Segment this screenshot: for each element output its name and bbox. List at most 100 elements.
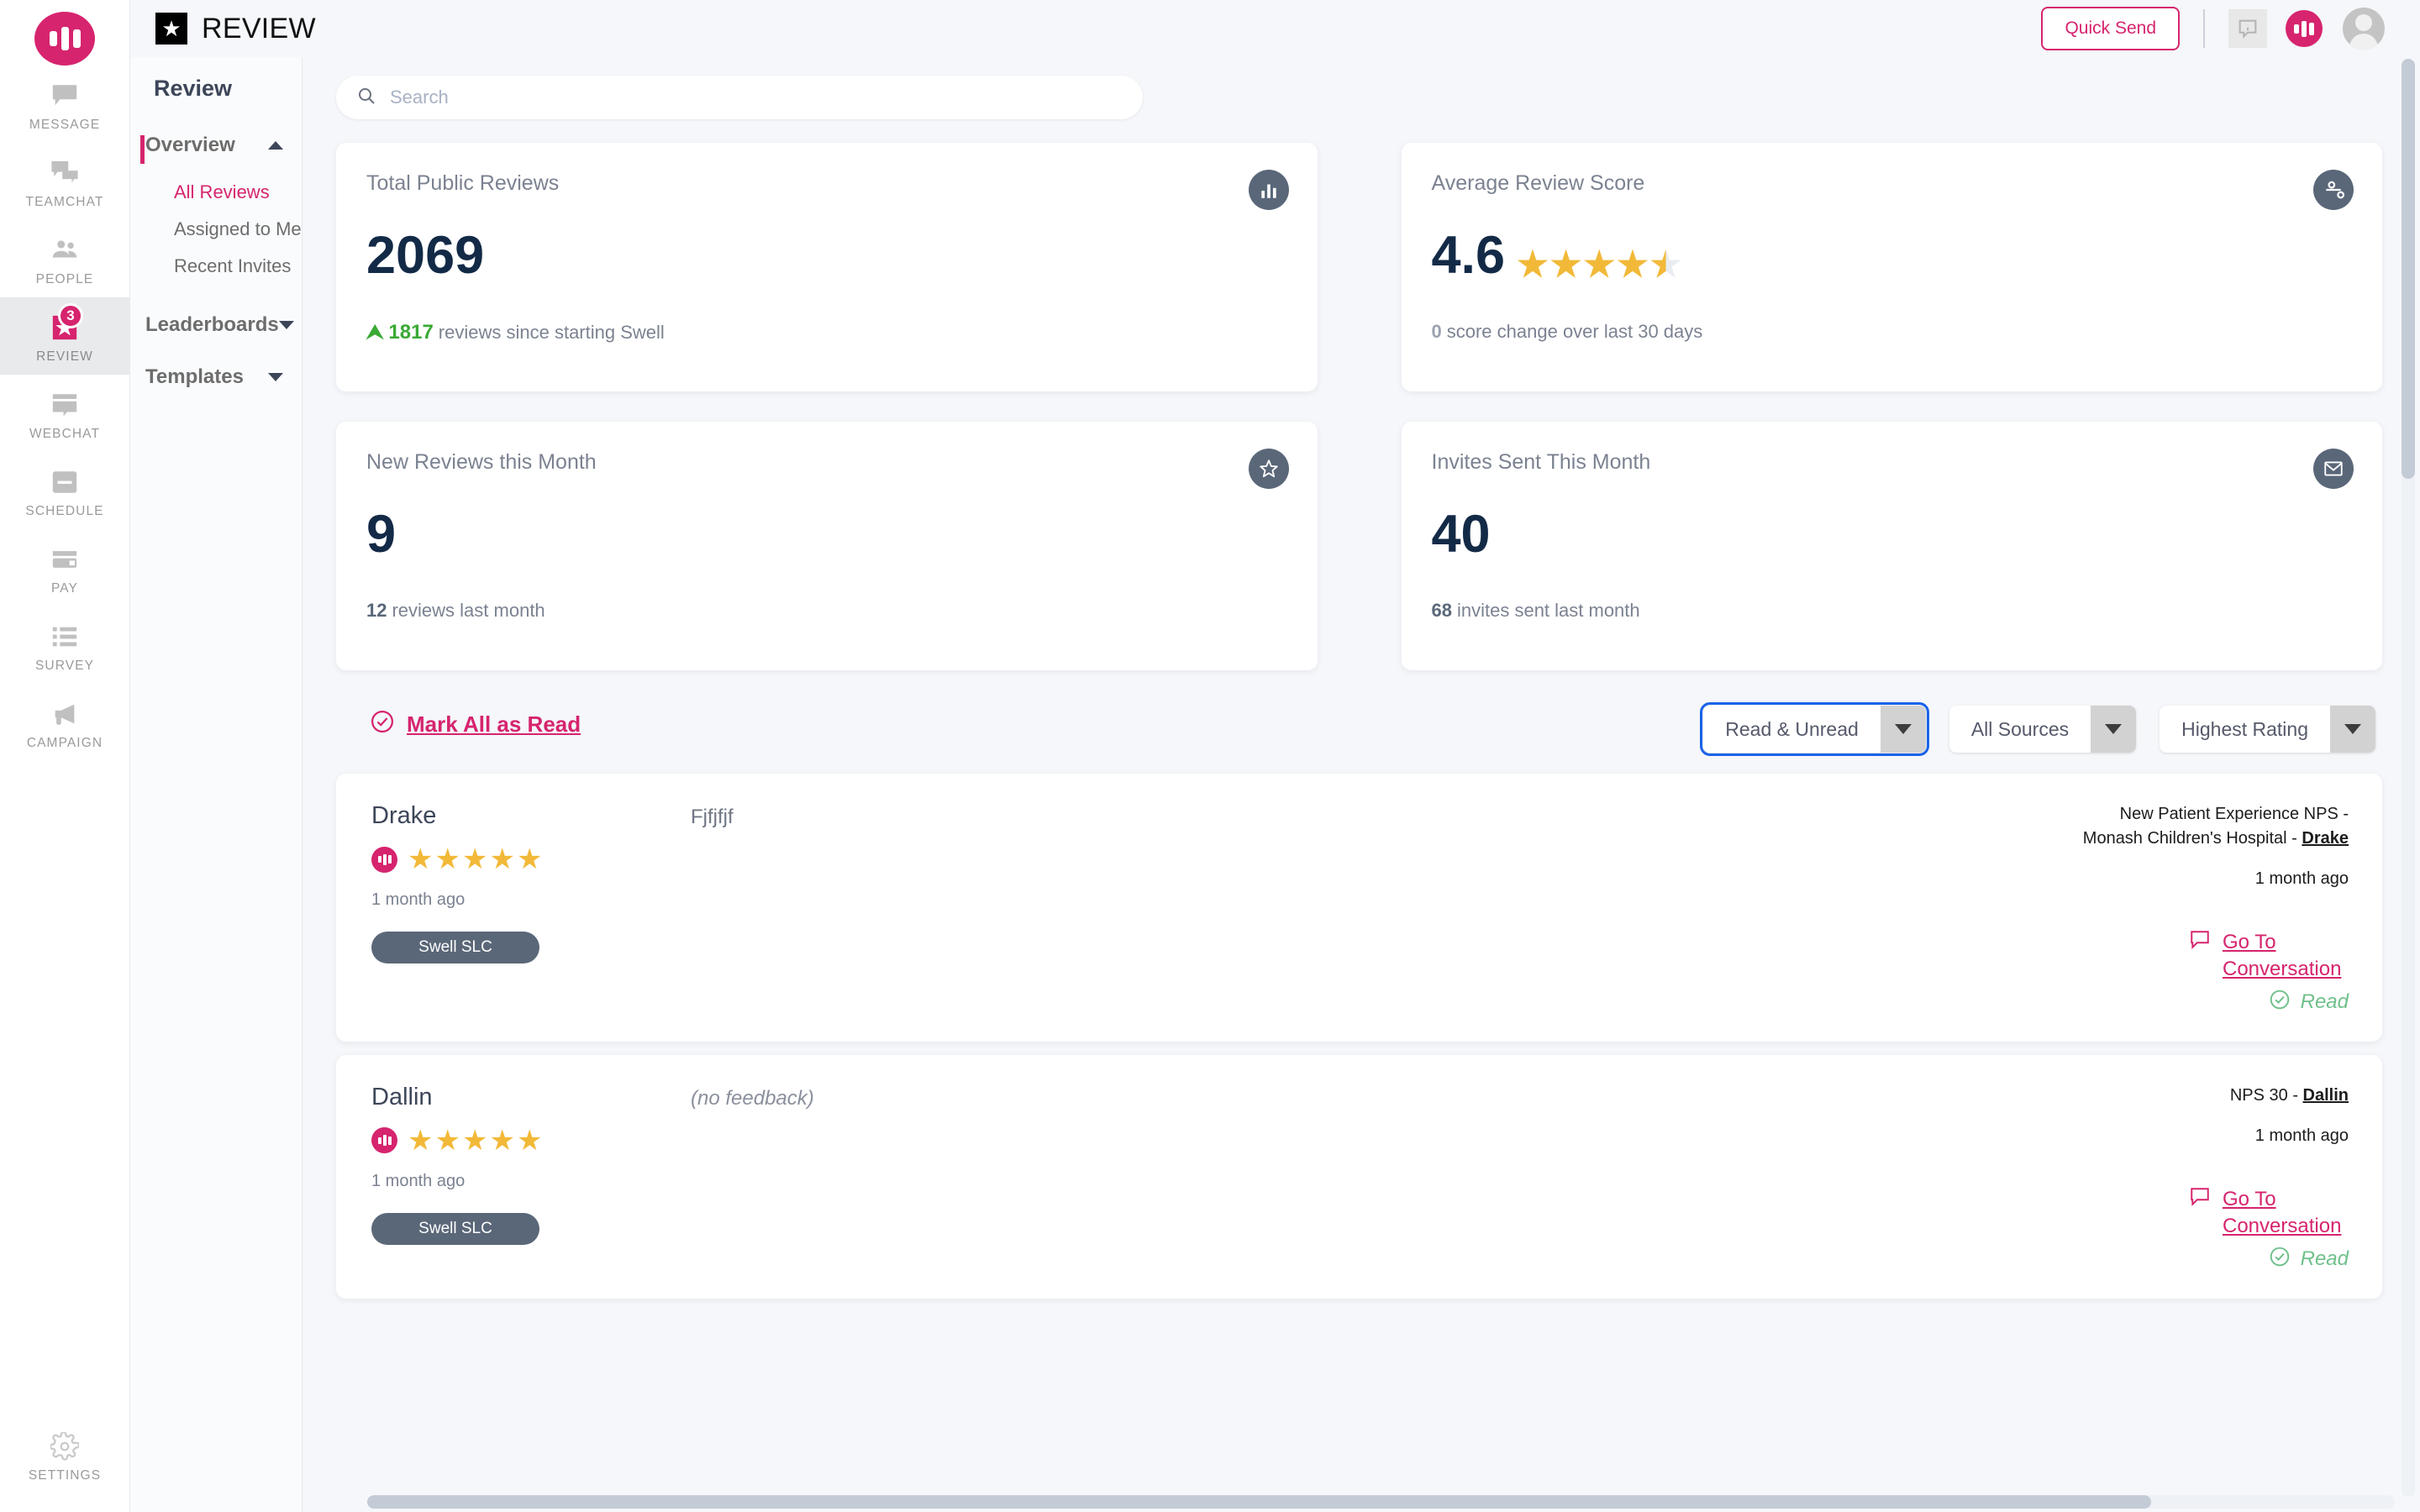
horizontal-scrollbar-thumb[interactable] bbox=[367, 1495, 2152, 1509]
search-input[interactable] bbox=[390, 87, 1123, 108]
review-contact-link[interactable]: Drake bbox=[2302, 829, 2349, 848]
review-author-block: Drake ★ ★ ★ ★ ★ 1 month ago Swell SLC bbox=[371, 802, 691, 1016]
stat-card-delta-text: score change over last 30 days bbox=[1446, 321, 1703, 342]
swell-logo-icon[interactable] bbox=[34, 12, 95, 66]
sidebar-item-message[interactable]: MESSAGE bbox=[0, 66, 130, 143]
up-arrow-icon: ⮝ bbox=[366, 321, 384, 344]
review-location-pill[interactable]: Swell SLC bbox=[371, 1212, 539, 1245]
review-contact-link[interactable]: Dallin bbox=[2303, 1086, 2349, 1105]
sidebar-item-survey[interactable]: SURVEY bbox=[0, 606, 130, 684]
vertical-scrollbar[interactable] bbox=[2402, 59, 2415, 1497]
vertical-scrollbar-thumb[interactable] bbox=[2402, 59, 2415, 479]
sidebar-item-settings[interactable]: SETTINGS bbox=[0, 1416, 130, 1494]
message-icon bbox=[46, 79, 83, 113]
sidebar-item-teamchat[interactable]: TEAMCHAT bbox=[0, 143, 130, 220]
review-list: Drake ★ ★ ★ ★ ★ 1 month ago Swell SLC Fjfjfjf New… bbox=[336, 774, 2382, 1299]
review-author-name: Drake bbox=[371, 802, 437, 829]
chevron-down-icon[interactable] bbox=[2330, 706, 2375, 753]
unread-badge: 3 bbox=[58, 303, 83, 328]
quick-send-button[interactable]: Quick Send bbox=[2041, 7, 2180, 50]
sidebar-item-label: SCHEDULE bbox=[25, 504, 104, 518]
sidebar-item-label: SURVEY bbox=[34, 659, 95, 673]
sidebar-item-label: TEAMCHAT bbox=[25, 195, 104, 209]
chevron-down-icon[interactable] bbox=[268, 373, 283, 381]
rating-stars: ★ ★ ★ ★ ★ bbox=[1517, 247, 1681, 282]
read-status-filter[interactable]: Read & Unread bbox=[1700, 702, 1929, 756]
stat-card-delta-text: invites sent last month bbox=[1456, 600, 1640, 621]
sidebar-item-people[interactable]: PEOPLE bbox=[0, 220, 130, 297]
chevron-up-icon[interactable] bbox=[268, 141, 283, 150]
nav-subitem-recent-invites[interactable]: Recent Invites bbox=[145, 248, 302, 285]
nav-subitem-all-reviews[interactable]: All Reviews bbox=[145, 174, 302, 211]
nav-group-header-leaderboards[interactable]: Leaderboards bbox=[145, 313, 302, 337]
info-bubble-icon[interactable] bbox=[2228, 9, 2267, 48]
sidebar-item-pay[interactable]: PAY bbox=[0, 529, 130, 606]
star-icon: ★ bbox=[461, 1124, 488, 1157]
sidebar-item-label: CAMPAIGN bbox=[26, 736, 103, 750]
review-row: Dallin ★ ★ ★ ★ ★ 1 month ago Swell SLC (no feedb… bbox=[336, 1054, 2382, 1299]
star-review-icon: 3 bbox=[46, 303, 83, 344]
mark-all-as-read-button[interactable]: Mark All as Read bbox=[370, 709, 581, 740]
chevron-down-icon[interactable] bbox=[2091, 706, 2137, 753]
go-to-conversation-wrap: Go To Conversation bbox=[2223, 1186, 2349, 1241]
sidebar-item-campaign[interactable]: CAMPAIGN bbox=[0, 684, 130, 761]
check-circle-icon bbox=[2269, 1246, 2291, 1273]
sidebar-item-label: PEOPLE bbox=[35, 272, 94, 286]
app-root: MESSAGE TEAMCHAT PEOPLE 3 REVIEW WEBCHAT SCHED… bbox=[0, 0, 2420, 1512]
chevron-down-icon[interactable] bbox=[278, 321, 294, 329]
go-to-conversation-link[interactable]: Go To Conversation bbox=[2223, 1186, 2349, 1241]
horizontal-scrollbar[interactable] bbox=[367, 1495, 2395, 1509]
sidebar-item-webchat[interactable]: WEBCHAT bbox=[0, 375, 130, 452]
stat-cards: Total Public Reviews 2069 ⮝ 1817 reviews sin… bbox=[336, 143, 2382, 670]
stat-card-delta-value: 1817 bbox=[388, 321, 434, 344]
star-outline-icon[interactable] bbox=[1248, 449, 1289, 489]
review-meta-age: 1 month ago bbox=[2254, 869, 2349, 888]
stat-card-value-wrap: 2069 bbox=[366, 229, 1287, 282]
star-badge-icon: ★ bbox=[155, 13, 187, 45]
review-read-status: Read bbox=[2071, 989, 2349, 1016]
star-icon: ★ bbox=[408, 1124, 434, 1157]
stat-card-total-public-reviews: Total Public Reviews 2069 ⮝ 1817 reviews sin… bbox=[336, 143, 1318, 391]
stat-card-invites-sent-this-month: Invites Sent This Month 40 68 invites sent … bbox=[1401, 422, 2382, 670]
review-location-pill[interactable]: Swell SLC bbox=[371, 932, 539, 963]
top-bar: ★ REVIEW Quick Send bbox=[130, 0, 2420, 57]
nav-group-header-overview[interactable]: Overview bbox=[145, 134, 302, 157]
swell-logo-icon[interactable] bbox=[2286, 10, 2323, 47]
nav-group-leaderboards: Leaderboards bbox=[130, 313, 302, 337]
main-column: ★ REVIEW Quick Send Review Overview All R… bbox=[130, 0, 2420, 1512]
star-icon: ★ bbox=[434, 843, 460, 875]
stat-card-value: 9 bbox=[366, 505, 397, 564]
stat-card-value-wrap: 4.6 ★ ★ ★ ★ ★ bbox=[1432, 229, 2353, 282]
bar-chart-icon[interactable] bbox=[1248, 170, 1289, 210]
review-meta-age: 1 month ago bbox=[2254, 1126, 2349, 1145]
teamchat-icon bbox=[46, 156, 83, 190]
people-icon bbox=[46, 234, 83, 267]
mark-all-label: Mark All as Read bbox=[407, 711, 581, 737]
review-meta-block: NPS 30 - Dallin 1 month ago Go To Conversa… bbox=[2071, 1084, 2349, 1273]
chevron-down-icon[interactable] bbox=[1880, 706, 1926, 753]
review-rating: ★ ★ ★ ★ ★ bbox=[371, 1126, 691, 1155]
avatar[interactable] bbox=[2343, 8, 2385, 50]
star-icon: ★ bbox=[1549, 244, 1582, 284]
secondary-nav: Review Overview All Reviews Assigned to Me… bbox=[130, 57, 302, 1512]
source-filter[interactable]: All Sources bbox=[1949, 706, 2137, 753]
stat-card-delta-value: 0 bbox=[1431, 321, 1442, 342]
envelope-icon[interactable] bbox=[2313, 449, 2354, 489]
nav-subitem-assigned-to-me[interactable]: Assigned to Me bbox=[145, 211, 302, 248]
sidebar-item-review[interactable]: 3 REVIEW bbox=[0, 297, 130, 375]
star-icon: ★ bbox=[1517, 244, 1549, 284]
nav-group-header-templates[interactable]: Templates bbox=[145, 365, 302, 389]
topbar-actions: Quick Send bbox=[2041, 7, 2385, 50]
stat-card-title: New Reviews this Month bbox=[366, 450, 597, 474]
stat-card-average-review-score: Average Review Score 4.6 ★ ★ ★ ★ ★ 0 score chang… bbox=[1401, 143, 2382, 391]
star-icon: ★ bbox=[434, 1124, 460, 1157]
sidebar-item-schedule[interactable]: SCHEDULE bbox=[0, 452, 130, 529]
search-bar[interactable] bbox=[336, 76, 1143, 119]
nav-subitems: All Reviews Assigned to Me Recent Invites bbox=[145, 174, 302, 285]
average-score-icon[interactable] bbox=[2313, 170, 2354, 210]
calendar-icon bbox=[46, 465, 83, 499]
go-to-conversation-link[interactable]: Go To Conversation bbox=[2223, 929, 2349, 984]
status-badge: Read bbox=[2300, 1247, 2349, 1271]
sort-filter[interactable]: Highest Rating bbox=[2160, 706, 2375, 753]
star-icon: ★ bbox=[489, 1124, 515, 1157]
